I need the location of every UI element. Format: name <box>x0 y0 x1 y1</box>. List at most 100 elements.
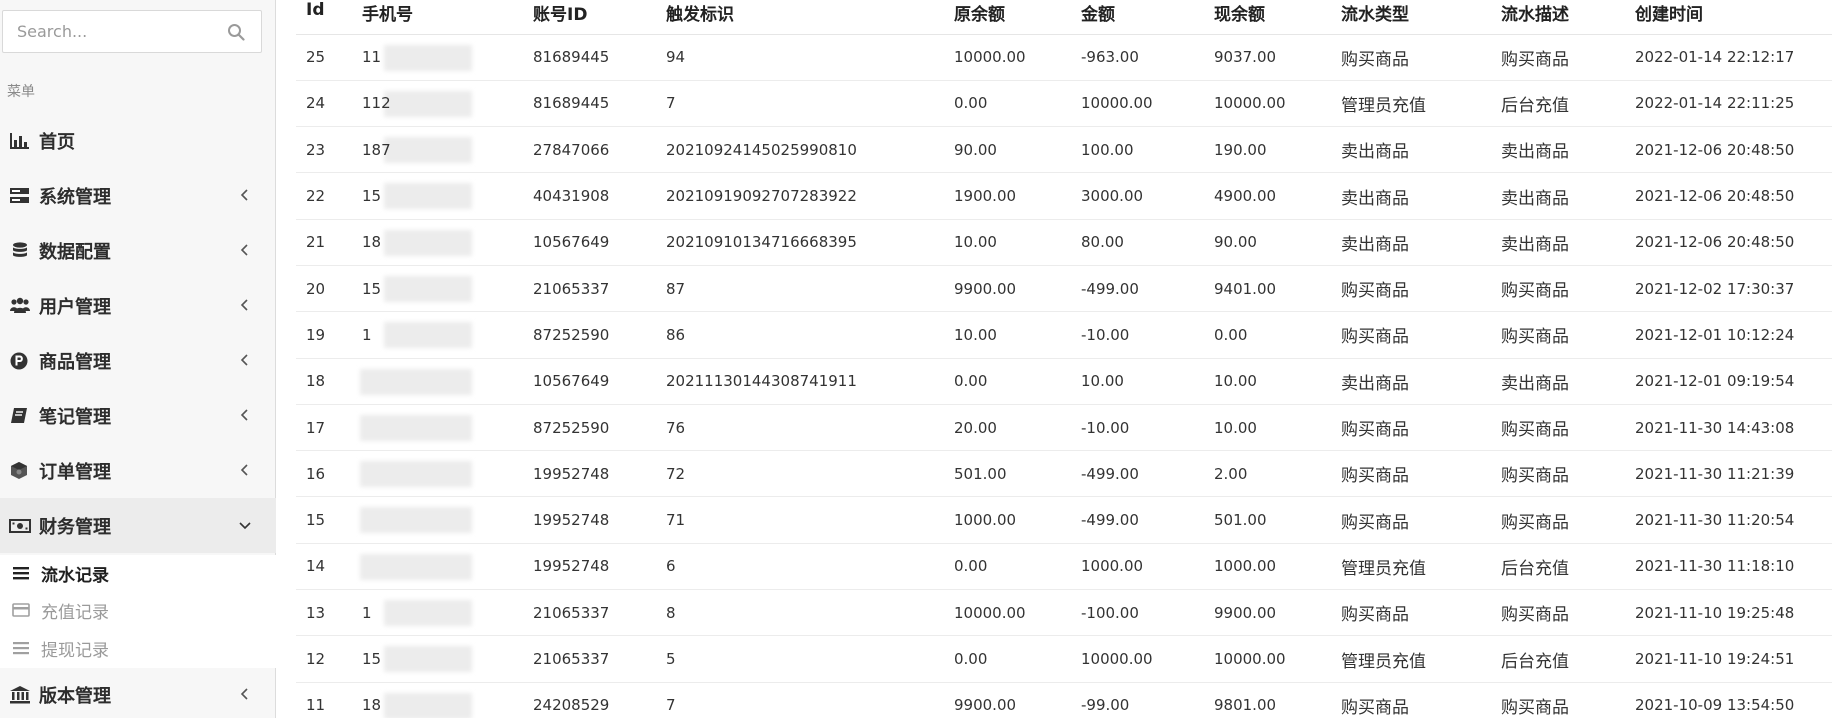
cell-account-id: 81689445 <box>523 80 656 128</box>
table-row[interactable]: 21 18 10567649 20210910134716668395 10.00 80.… <box>296 219 1832 266</box>
cell-before-balance: 10.00 <box>944 311 1071 359</box>
cell-amount: 3000.00 <box>1071 172 1204 220</box>
sidebar-subitem-withdraw-records[interactable]: 提现记录 <box>0 630 276 666</box>
cell-id: 20 <box>296 265 352 313</box>
cell-phone: 15 <box>352 172 523 220</box>
column-header-account-id[interactable]: 账号ID <box>523 0 656 35</box>
table-row[interactable]: 16 19952748 72 501.00 -499.00 2.00 购买商品 购买商品 202… <box>296 450 1832 498</box>
flow-records-panel: Id 手机号 账号ID 触发标识 原余额 金额 现余额 流水类型 流水描述 创建… <box>296 0 1832 718</box>
phone-redaction-mask <box>384 44 472 71</box>
cell-flow-desc: 后台充值 <box>1491 635 1625 683</box>
table-row[interactable]: 22 15 40431908 20210919092707283922 1900.00 3… <box>296 172 1832 220</box>
cell-trigger: 86 <box>656 311 944 359</box>
cell-trigger: 72 <box>656 450 944 498</box>
table-row[interactable]: 24 112 81689445 7 0.00 10000.00 10000.00 管理员充值后… <box>296 80 1832 128</box>
table-row[interactable]: 25 11 81689445 94 10000.00 -963.00 9037.00 购买商品… <box>296 34 1832 81</box>
cell-id: 21 <box>296 219 352 266</box>
sidebar-item-products[interactable]: 商品管理 <box>0 333 276 388</box>
table-row[interactable]: 14 19952748 6 0.00 1000.00 1000.00 管理员充值 后台充值 20… <box>296 543 1832 591</box>
cell-created: 2021-12-06 20:48:50 <box>1625 126 1832 174</box>
cell-created: 2021-12-01 10:12:24 <box>1625 311 1832 359</box>
sidebar-item-home[interactable]: 首页 <box>0 113 276 168</box>
column-header-after-balance[interactable]: 现余额 <box>1204 0 1331 35</box>
sidebar-item-finance[interactable]: 财务管理 <box>0 498 276 553</box>
table-row[interactable]: 17 87252590 76 20.00 -10.00 10.00 购买商品 购买商品 2021… <box>296 404 1832 452</box>
chevron-left-icon <box>240 409 248 421</box>
search-input[interactable] <box>3 11 203 52</box>
cell-flow-type: 管理员充值 <box>1331 543 1491 591</box>
cell-after-balance: 190.00 <box>1204 126 1331 174</box>
column-header-trigger[interactable]: 触发标识 <box>656 0 944 35</box>
table-row[interactable]: 23 187 27847066 20210924145025990810 90.00 10… <box>296 126 1832 174</box>
cell-before-balance: 9900.00 <box>944 682 1071 718</box>
cell-trigger: 20210924145025990810 <box>656 126 944 174</box>
sidebar-item-label: 商品管理 <box>39 351 111 373</box>
cell-id: 13 <box>296 589 352 637</box>
cell-account-id: 24208529 <box>523 682 656 718</box>
cell-after-balance: 10.00 <box>1204 404 1331 452</box>
column-header-id[interactable]: Id <box>296 0 352 35</box>
list-icon <box>13 642 29 655</box>
cell-trigger: 76 <box>656 404 944 452</box>
cell-account-id: 27847066 <box>523 126 656 174</box>
cell-trigger: 7 <box>656 80 944 128</box>
sidebar-item-orders[interactable]: 订单管理 <box>0 443 276 498</box>
table-row[interactable]: 18 10567649 20211130144308741911 0.00 10.00 1… <box>296 358 1832 405</box>
cell-amount: 10000.00 <box>1071 635 1204 683</box>
table-body: 25 11 81689445 94 10000.00 -963.00 9037.00 购买商品… <box>296 34 1832 718</box>
cell-before-balance: 90.00 <box>944 126 1071 174</box>
chevron-left-icon <box>240 354 248 366</box>
cell-amount: 100.00 <box>1071 126 1204 174</box>
list-icon <box>13 567 29 580</box>
cell-amount: -499.00 <box>1071 496 1204 544</box>
cell-flow-type: 卖出商品 <box>1331 126 1491 174</box>
sidebar-item-users[interactable]: 用户管理 <box>0 278 276 333</box>
table-row[interactable]: 13 1 21065337 8 10000.00 -100.00 9900.00 购买商品 购买… <box>296 589 1832 637</box>
cell-created: 2021-11-30 11:18:10 <box>1625 543 1832 591</box>
phone-redaction-mask <box>384 183 472 210</box>
cell-id: 14 <box>296 543 352 591</box>
sidebar-subitem-label: 充值记录 <box>41 603 109 623</box>
sidebar-item-label: 笔记管理 <box>39 406 111 428</box>
column-header-flow-type[interactable]: 流水类型 <box>1331 0 1491 35</box>
card-icon <box>12 603 30 617</box>
cell-flow-desc: 购买商品 <box>1491 496 1625 544</box>
table-row[interactable]: 15 19952748 71 1000.00 -499.00 501.00 购买商品 购买商品… <box>296 496 1832 544</box>
column-header-amount[interactable]: 金额 <box>1071 0 1204 35</box>
database-icon <box>13 242 27 257</box>
phone-redaction-mask <box>360 368 472 395</box>
cell-before-balance: 9900.00 <box>944 265 1071 313</box>
cell-account-id: 21065337 <box>523 635 656 683</box>
phone-visible-prefix: 18 <box>362 233 382 252</box>
column-header-flow-desc[interactable]: 流水描述 <box>1491 0 1625 35</box>
cell-created: 2021-10-09 13:54:50 <box>1625 682 1832 718</box>
table-row[interactable]: 11 18 24208529 7 9900.00 -99.00 9801.00 购买商品 购买商… <box>296 682 1832 718</box>
table-row[interactable]: 20 15 21065337 87 9900.00 -499.00 9401.00 购买商品购… <box>296 265 1832 313</box>
column-header-created[interactable]: 创建时间 <box>1625 0 1832 35</box>
search-icon[interactable] <box>227 23 245 41</box>
sidebar-subitem-recharge-records[interactable]: 充值记录 <box>0 592 276 628</box>
cell-trigger: 94 <box>656 34 944 81</box>
column-header-before-balance[interactable]: 原余额 <box>944 0 1071 35</box>
cell-before-balance: 1900.00 <box>944 172 1071 220</box>
phone-redaction-mask <box>360 461 472 488</box>
cell-phone <box>352 358 523 405</box>
cell-created: 2021-11-30 14:43:08 <box>1625 404 1832 452</box>
cell-flow-desc: 购买商品 <box>1491 450 1625 498</box>
cell-flow-type: 购买商品 <box>1331 311 1491 359</box>
table-row[interactable]: 19 1 87252590 86 10.00 -10.00 0.00 购买商品 购买商品 2021… <box>296 311 1832 359</box>
cell-phone <box>352 543 523 591</box>
cell-id: 22 <box>296 172 352 220</box>
phone-visible-prefix: 1 <box>362 603 372 622</box>
sidebar-item-data-config[interactable]: 数据配置 <box>0 223 276 278</box>
cell-trigger: 20210910134716668395 <box>656 219 944 266</box>
sidebar-item-notes[interactable]: 笔记管理 <box>0 388 276 443</box>
phone-redaction-mask <box>384 600 472 627</box>
sidebar-item-versions[interactable]: 版本管理 <box>0 667 276 722</box>
cell-amount: 10000.00 <box>1071 80 1204 128</box>
column-header-phone[interactable]: 手机号 <box>352 0 523 35</box>
sidebar-item-system[interactable]: 系统管理 <box>0 168 276 223</box>
table-row[interactable]: 12 15 21065337 5 0.00 10000.00 10000.00 管理员充值 后台… <box>296 635 1832 683</box>
bank-icon <box>10 686 30 704</box>
sidebar-subitem-flow-records[interactable]: 流水记录 <box>0 555 276 591</box>
